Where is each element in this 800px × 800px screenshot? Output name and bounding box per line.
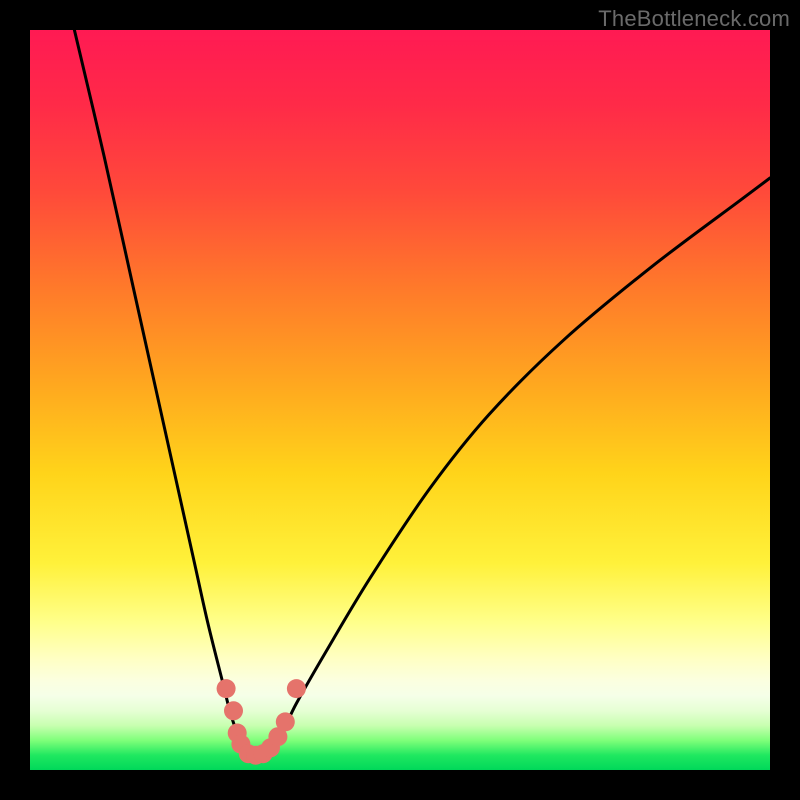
- chart-svg: [30, 30, 770, 770]
- bottleneck-curve: [74, 30, 770, 756]
- chart-plot-area: [30, 30, 770, 770]
- highlight-dot: [287, 679, 306, 698]
- highlight-dot: [224, 701, 243, 720]
- watermark-text: TheBottleneck.com: [598, 6, 790, 32]
- highlight-dot: [217, 679, 236, 698]
- chart-frame: TheBottleneck.com: [0, 0, 800, 800]
- highlight-dot: [276, 712, 295, 731]
- highlight-dots: [217, 679, 306, 765]
